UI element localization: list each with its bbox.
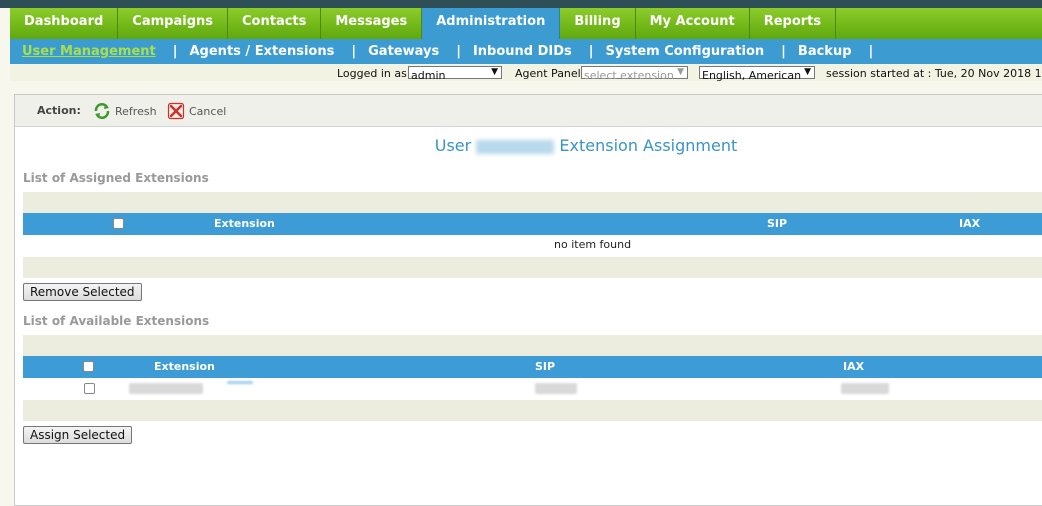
remove-selected-button[interactable]: Remove Selected: [23, 283, 142, 301]
subnav-separator: |: [456, 44, 461, 59]
nav-administration[interactable]: Administration: [422, 8, 561, 39]
language-select-value: English, American: [702, 69, 802, 82]
row-checkbox[interactable]: [84, 383, 95, 394]
subnav-system-configuration[interactable]: System Configuration: [594, 44, 765, 59]
top-strip: [0, 0, 1042, 8]
available-section-title: List of Available Extensions: [23, 314, 210, 328]
subnav-agents-extensions[interactable]: Agents / Extensions: [178, 44, 335, 59]
refresh-label: Refresh: [115, 104, 157, 118]
nav-messages[interactable]: Messages: [321, 8, 423, 39]
table-band: [23, 335, 1042, 356]
redacted-iax: [841, 383, 889, 394]
column-iax: IAX: [843, 360, 865, 373]
logged-in-label: Logged in as :: [337, 67, 415, 80]
nav-dashboard[interactable]: Dashboard: [10, 8, 119, 39]
cancel-button[interactable]: Cancel: [167, 102, 226, 120]
assigned-table-header: Extension SIP IAX: [23, 213, 1042, 235]
sub-nav: User Management | Agents / Extensions | …: [10, 39, 1042, 64]
chevron-down-icon: ▼: [677, 67, 684, 77]
content-panel: Action: Refresh Cancel User Extension As…: [14, 94, 1042, 506]
subnav-separator: |: [781, 44, 786, 59]
page-title-prefix: User: [434, 136, 472, 155]
subnav-separator: |: [588, 44, 594, 59]
redacted-mark: [227, 381, 253, 384]
chevron-down-icon: ▼: [491, 67, 498, 77]
subnav-gateways[interactable]: Gateways: [356, 44, 439, 59]
redacted-username: [476, 139, 555, 154]
assigned-section-title: List of Assigned Extensions: [23, 171, 209, 185]
user-select[interactable]: admin ▼: [408, 66, 502, 82]
nav-campaigns[interactable]: Campaigns: [118, 8, 228, 39]
empty-message: no item found: [554, 238, 632, 251]
refresh-icon: [94, 103, 110, 119]
user-select-value: admin: [411, 69, 446, 82]
page-title-suffix: Extension Assignment: [559, 136, 738, 155]
action-bar: Action: Refresh Cancel: [15, 95, 1042, 127]
subnav-user-management[interactable]: User Management: [10, 44, 156, 59]
agent-extension-select[interactable]: select extension ▼: [581, 66, 688, 82]
session-info-bar: Logged in as : admin ▼ Agent Panel : sel…: [10, 64, 1042, 81]
subnav-separator: |: [351, 44, 357, 59]
column-iax: IAX: [959, 217, 981, 230]
cancel-icon: [167, 102, 185, 120]
refresh-button[interactable]: Refresh: [93, 102, 157, 120]
subnav-backup[interactable]: Backup: [786, 44, 852, 59]
chevron-down-icon: ▼: [804, 67, 811, 77]
empty-row: no item found: [23, 235, 1042, 257]
column-extension: Extension: [214, 217, 275, 230]
redacted-extension: [129, 383, 203, 394]
assign-selected-button[interactable]: Assign Selected: [23, 426, 133, 444]
agent-extension-placeholder: select extension: [584, 69, 674, 82]
nav-billing[interactable]: Billing: [560, 8, 636, 39]
action-label: Action:: [37, 104, 81, 117]
nav-reports[interactable]: Reports: [750, 8, 837, 39]
redacted-sip: [535, 383, 577, 394]
column-sip: SIP: [767, 217, 788, 230]
agent-panel-label: Agent Panel :: [515, 67, 588, 80]
table-band: [23, 257, 1042, 278]
main-nav: Dashboard Campaigns Contacts Messages Ad…: [10, 8, 1042, 39]
session-started: session started at : Tue, 20 Nov 2018 12…: [826, 67, 1042, 80]
cancel-label: Cancel: [189, 104, 227, 118]
available-table-header: Extension SIP IAX: [23, 356, 1042, 378]
column-sip: SIP: [535, 360, 556, 373]
language-select[interactable]: English, American ▼: [699, 66, 815, 82]
nav-my-account[interactable]: My Account: [636, 8, 750, 39]
subnav-separator: |: [172, 44, 178, 59]
table-row: [23, 378, 1042, 400]
table-band: [23, 400, 1042, 421]
column-extension: Extension: [154, 360, 215, 373]
subnav-inbound-dids[interactable]: Inbound DIDs: [461, 44, 572, 59]
select-all-available-checkbox[interactable]: [83, 361, 94, 372]
page-title: User Extension Assignment: [15, 136, 1042, 155]
select-all-assigned-checkbox[interactable]: [113, 218, 124, 229]
subnav-separator: |: [868, 44, 874, 59]
table-band: [23, 192, 1042, 213]
nav-contacts[interactable]: Contacts: [228, 8, 322, 39]
